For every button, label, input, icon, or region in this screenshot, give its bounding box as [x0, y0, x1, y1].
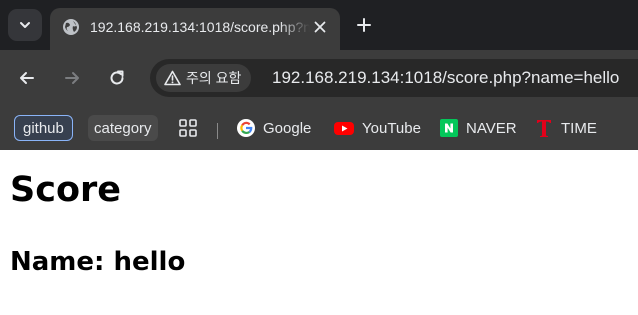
reload-icon — [110, 70, 124, 85]
url-text[interactable]: 192.168.219.134:1018/score.php?name=hell… — [272, 68, 619, 88]
bookmark-time[interactable]: TIME — [535, 115, 597, 141]
bookmark-label: TIME — [561, 119, 597, 137]
apps-button[interactable] — [178, 115, 198, 141]
security-label: 주의 요함 — [186, 70, 242, 86]
bookmark-category[interactable]: category — [88, 115, 158, 141]
bookmark-google[interactable]: Google — [237, 115, 311, 141]
tab-close-button[interactable] — [310, 17, 330, 37]
tab-title: 192.168.219.134:1018/score.php?name=hell… — [90, 19, 310, 35]
bookmark-github[interactable]: github — [14, 115, 73, 141]
bookmarks-bar: github category Google YouTube NAVER TIM… — [0, 106, 638, 150]
new-tab-button[interactable] — [350, 11, 378, 39]
forward-button[interactable] — [58, 64, 86, 92]
naver-icon — [440, 119, 458, 137]
tab-strip: 192.168.219.134:1018/score.php?name=hell… — [0, 0, 638, 50]
youtube-icon — [334, 122, 354, 135]
reload-button[interactable] — [103, 64, 131, 92]
toolbar: 주의 요함 192.168.219.134:1018/score.php?nam… — [0, 50, 638, 106]
back-button[interactable] — [13, 64, 41, 92]
bookmark-label: Google — [263, 119, 312, 137]
page-title: Score — [10, 170, 121, 210]
name-heading: Name: hello — [10, 247, 186, 277]
apps-grid-icon — [179, 119, 197, 137]
address-bar[interactable]: 주의 요함 192.168.219.134:1018/score.php?nam… — [150, 59, 638, 97]
page-content: Score Name: hello — [0, 150, 638, 315]
globe-icon — [63, 19, 79, 35]
tab-search-button[interactable] — [8, 9, 42, 41]
time-icon — [537, 120, 551, 137]
bookmark-label: YouTube — [362, 119, 421, 137]
security-chip[interactable]: 주의 요함 — [156, 64, 252, 92]
bookmark-youtube[interactable]: YouTube — [334, 115, 421, 141]
arrow-right-icon — [65, 72, 79, 84]
warning-icon — [164, 70, 181, 86]
arrow-left-icon — [20, 72, 34, 84]
bookmark-label: NAVER — [466, 119, 517, 137]
bookmark-label: category — [94, 119, 152, 137]
chevron-down-icon — [20, 22, 30, 28]
google-icon — [237, 119, 255, 137]
plus-icon — [357, 18, 371, 32]
close-icon — [314, 21, 326, 33]
bookmarks-divider — [217, 123, 218, 139]
bookmark-naver[interactable]: NAVER — [440, 115, 517, 141]
active-tab[interactable]: 192.168.219.134:1018/score.php?name=hell… — [50, 8, 340, 50]
bookmark-label: github — [23, 119, 64, 137]
